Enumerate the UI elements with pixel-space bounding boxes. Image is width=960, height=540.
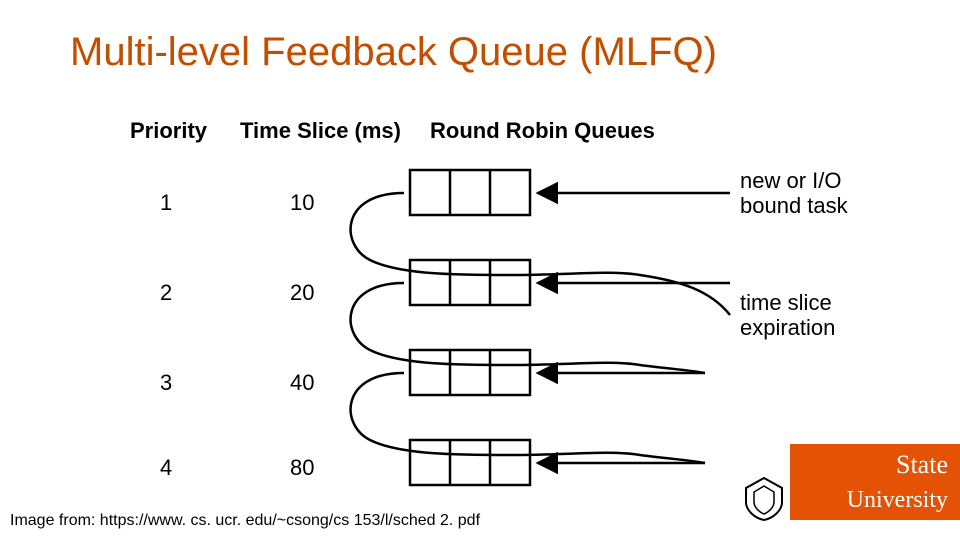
annotation-new-task-l1: new or I/O	[740, 168, 841, 193]
annotation-new-task: new or I/O bound task	[740, 168, 848, 219]
logo-line2: University	[847, 487, 948, 514]
annotation-new-task-l2: bound task	[740, 193, 848, 218]
row1-priority: 1	[160, 190, 172, 216]
row3-priority: 3	[160, 370, 172, 396]
queue-row-3	[410, 350, 530, 395]
arrow-demote-3	[351, 373, 705, 463]
annotation-expiration-l2: expiration	[740, 315, 835, 340]
row2-priority: 2	[160, 280, 172, 306]
image-attribution: Image from: https://www. cs. ucr. edu/~c…	[10, 512, 480, 530]
queue-row-2	[410, 260, 530, 305]
header-priority: Priority	[130, 118, 207, 144]
arrow-demote-2	[351, 283, 705, 373]
arrow-demote-1	[351, 193, 730, 315]
queue-row-1	[410, 170, 530, 215]
annotation-expiration-l1: time slice	[740, 290, 832, 315]
logo-line1: State	[896, 450, 948, 480]
mlfq-diagram	[310, 115, 750, 515]
slide: Multi-level Feedback Queue (MLFQ) Priori…	[0, 0, 960, 540]
university-logo: State University	[790, 444, 960, 520]
university-seal-icon	[740, 474, 788, 522]
queue-row-4	[410, 440, 530, 485]
annotation-expiration: time slice expiration	[740, 290, 835, 341]
slide-title: Multi-level Feedback Queue (MLFQ)	[70, 30, 717, 75]
row4-priority: 4	[160, 455, 172, 481]
